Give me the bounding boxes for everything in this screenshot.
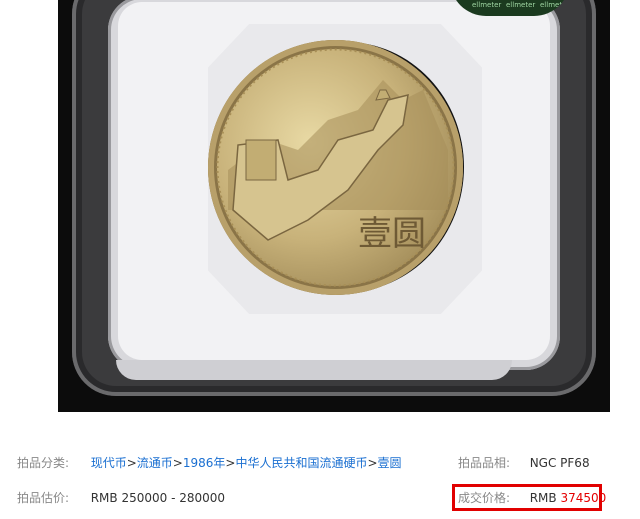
grade-label: 拍品品相: bbox=[458, 456, 511, 470]
great-wall-engraving: 壹圆 bbox=[216, 48, 455, 287]
breadcrumb-link-year[interactable]: 1986年 bbox=[183, 456, 226, 470]
deal-price-row: 成交价格: RMB 374500 bbox=[458, 490, 606, 506]
estimate-value: RMB 250000 - 280000 bbox=[90, 491, 226, 505]
grade-row: 拍品品相: NGC PF68 bbox=[458, 455, 590, 471]
breadcrumb-link-one-yuan[interactable]: 壹圆 bbox=[378, 456, 402, 470]
breadcrumb-separator: > bbox=[126, 456, 137, 470]
deal-price-currency: RMB bbox=[529, 491, 557, 505]
breadcrumb-separator: > bbox=[172, 456, 183, 470]
grade-value: NGC PF68 bbox=[529, 456, 590, 470]
breadcrumb-link-modern-coins[interactable]: 现代币 bbox=[91, 456, 127, 470]
breadcrumb-link-prc-circulating-coins[interactable]: 中华人民共和国流通硬币 bbox=[235, 456, 367, 470]
coin-denomination: 壹圆 bbox=[358, 214, 426, 254]
deal-price-label: 成交价格: bbox=[458, 491, 511, 505]
breadcrumb-separator: > bbox=[225, 456, 236, 470]
category-row: 拍品分类: 现代币>流通币>1986年>中华人民共和国流通硬币>壹圆 bbox=[17, 455, 402, 471]
category-label: 拍品分类: bbox=[17, 456, 70, 470]
coin: 壹圆 bbox=[208, 40, 463, 295]
estimate-label: 拍品估价: bbox=[17, 491, 70, 505]
deal-price-amount: 374500 bbox=[560, 491, 607, 505]
breadcrumb-separator: > bbox=[367, 456, 378, 470]
estimate-row: 拍品估价: RMB 250000 - 280000 bbox=[17, 490, 225, 506]
breadcrumb-link-circulating-coins[interactable]: 流通币 bbox=[137, 456, 173, 470]
coin-photo: ellmeter ellmeter ellmeter 壹圆 bbox=[58, 0, 610, 412]
